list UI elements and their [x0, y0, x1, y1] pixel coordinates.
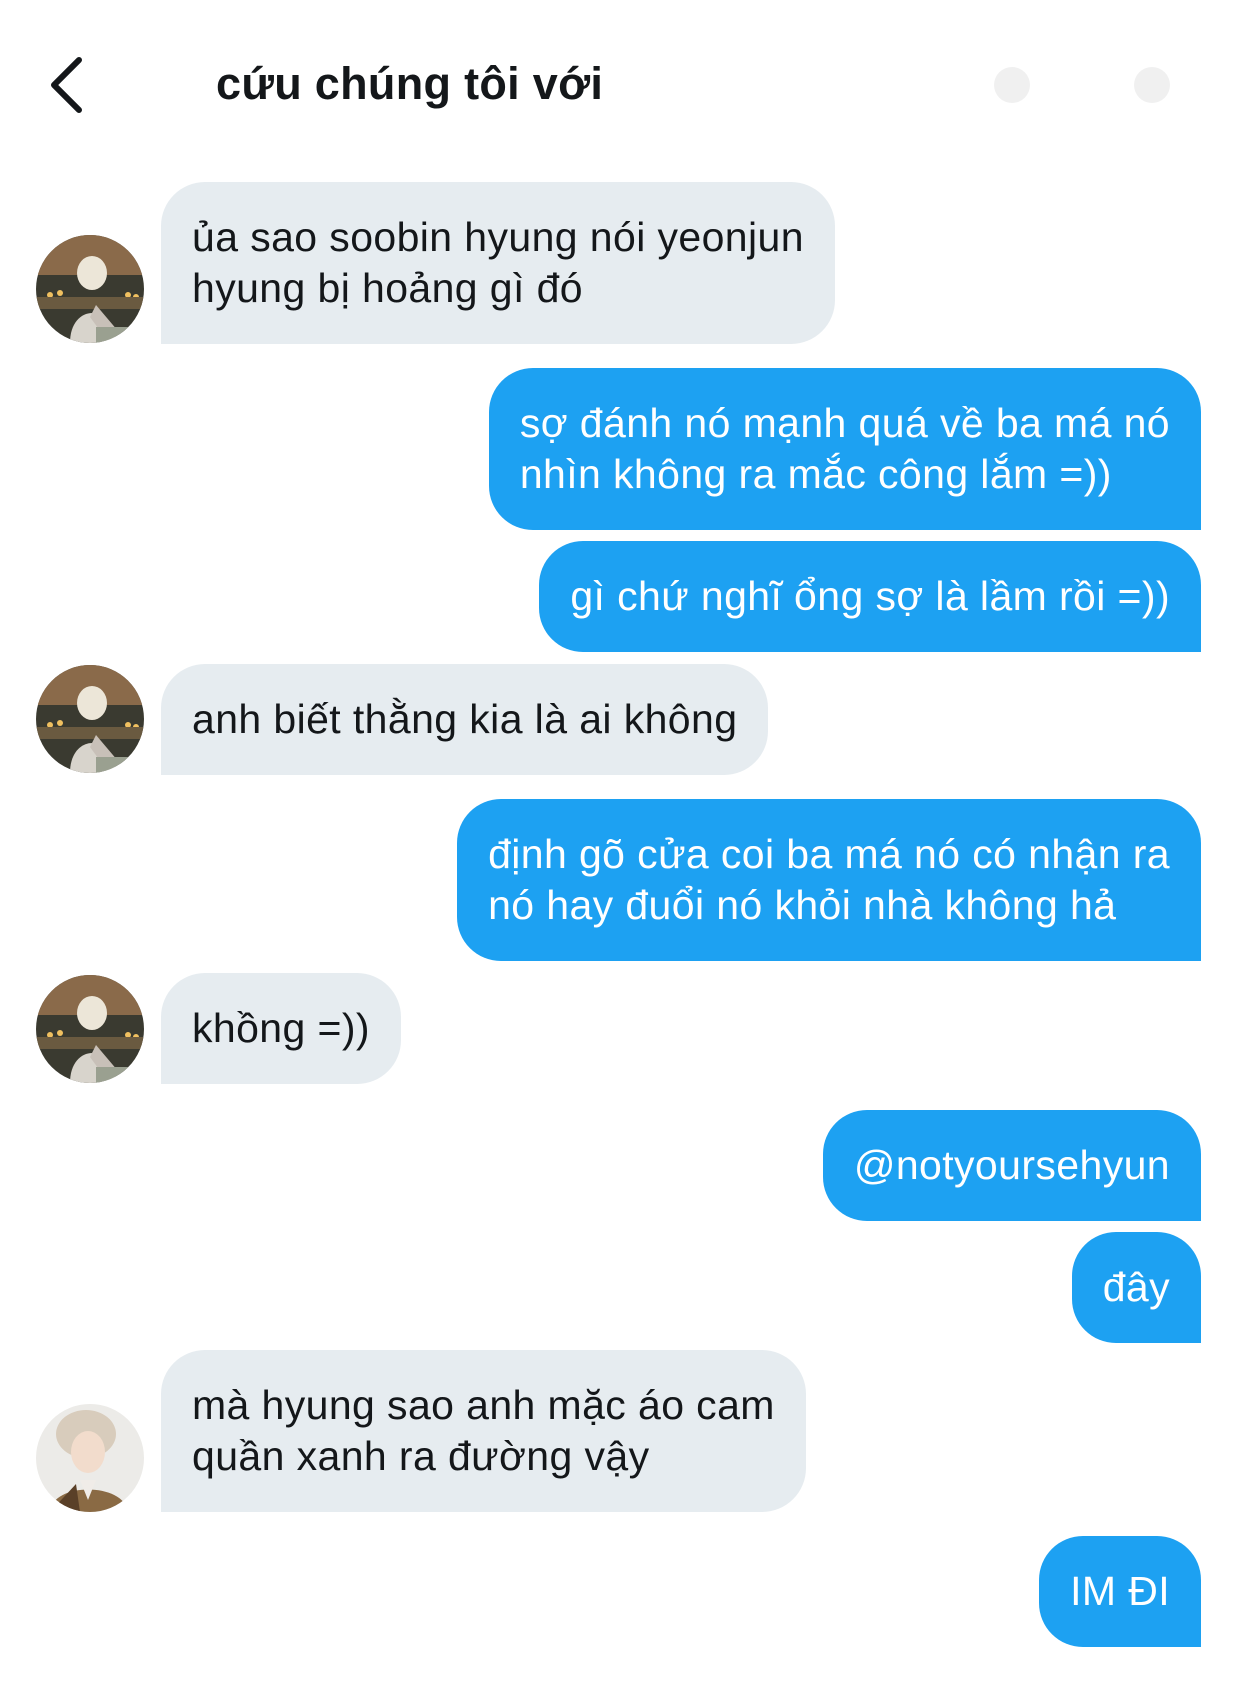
avatar[interactable] — [36, 235, 144, 343]
message-bubble-incoming: anh biết thằng kia là ai không — [161, 664, 769, 775]
message-line: hyung bị hoảng gì đó — [192, 265, 583, 311]
message-line: đây — [1102, 1264, 1170, 1310]
message-bubble-outgoing: @notyoursehyun — [822, 1110, 1201, 1221]
message-line: IM ĐI — [1070, 1568, 1170, 1614]
message-bubble-outgoing: gì chứ nghĩ ổng sợ là lầm rồi =)) — [539, 541, 1201, 652]
message-line: gì chứ nghĩ ổng sợ là lầm rồi =)) — [570, 573, 1170, 619]
info-icon[interactable] — [982, 60, 1182, 110]
message-line: anh biết thằng kia là ai không — [192, 696, 738, 742]
message-line: khồng =)) — [192, 1005, 370, 1051]
message-bubble-outgoing: sợ đánh nó mạnh quá về ba má nó nhìn khô… — [488, 368, 1201, 530]
message-bubble-outgoing: IM ĐI — [1039, 1536, 1201, 1647]
conversation-header: cứu chúng tôi với — [0, 0, 1242, 150]
message-bubble-incoming: khồng =)) — [161, 973, 401, 1084]
message-line: sợ đánh nó mạnh quá về ba má nó — [519, 400, 1170, 446]
user-avatar-photo — [36, 975, 144, 1083]
avatar[interactable] — [36, 665, 144, 773]
message-line: quần xanh ra đường vậy — [192, 1433, 650, 1479]
user-avatar-photo — [36, 665, 144, 773]
message-line: định gõ cửa coi ba má nó có nhận ra — [488, 831, 1170, 877]
avatar[interactable] — [36, 975, 144, 1083]
message-line: ủa sao soobin hyung nói yeonjun — [192, 214, 804, 260]
message-line: @notyoursehyun — [853, 1142, 1170, 1188]
message-bubble-outgoing: định gõ cửa coi ba má nó có nhận ra nó h… — [457, 799, 1201, 961]
user-avatar-photo — [36, 235, 144, 343]
back-button[interactable] — [36, 50, 96, 120]
message-bubble-outgoing: đây — [1071, 1232, 1201, 1343]
message-line: mà hyung sao anh mặc áo cam — [192, 1382, 775, 1428]
message-line: nó hay đuổi nó khỏi nhà không hả — [488, 882, 1117, 928]
message-bubble-incoming: mà hyung sao anh mặc áo cam quần xanh ra… — [161, 1350, 806, 1512]
chevron-left-icon — [51, 57, 82, 113]
conversation-title: cứu chúng tôi với — [216, 58, 604, 109]
avatar[interactable] — [36, 1404, 144, 1512]
message-bubble-incoming: ủa sao soobin hyung nói yeonjun hyung bị… — [161, 182, 835, 344]
message-line: nhìn không ra mắc công lắm =)) — [519, 451, 1112, 497]
user-avatar-photo — [36, 1404, 144, 1512]
